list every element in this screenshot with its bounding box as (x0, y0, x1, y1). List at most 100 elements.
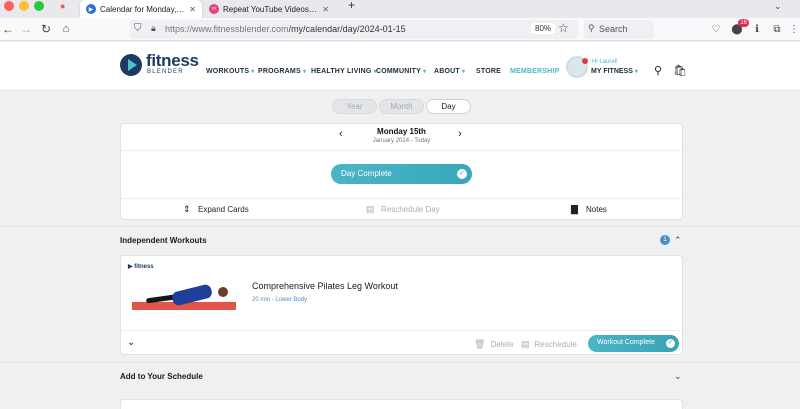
divider (121, 150, 682, 151)
url-host: https://www.fitnessblender.com (165, 24, 289, 34)
tab-title: Repeat YouTube Videos | Loop (223, 4, 318, 14)
new-tab-icon[interactable]: + (348, 0, 355, 12)
loop-favicon-icon: ∞ (209, 4, 219, 14)
search-icon[interactable]: ⚲ (654, 64, 662, 77)
firefox-view-icon[interactable]: ● (60, 1, 65, 11)
nav-healthy-living-label: HEALTHY LIVING (311, 68, 372, 75)
url-path: /my/calendar/day/2024-01-15 (288, 24, 406, 34)
reschedule-day-button[interactable]: ▤ Reschedule Day (366, 204, 440, 215)
nav-workouts[interactable]: WORKOUTS ▾ (206, 68, 255, 75)
divider (121, 330, 682, 331)
tab-close-icon[interactable]: ✕ (322, 5, 329, 14)
expand-cards-label: Expand Cards (198, 205, 249, 214)
browser-search-input[interactable]: ⚲ Search (584, 20, 654, 39)
day-subtitle: January 2024 - Today (372, 138, 431, 144)
notification-dot (582, 58, 588, 64)
reschedule-label: Reschedule (534, 340, 577, 349)
site-header: fitness BLENDER WORKOUTS ▾ PROGRAMS ▾ HE… (0, 42, 800, 91)
nav-membership[interactable]: MEMBERSHIP (510, 68, 559, 75)
view-year-button[interactable]: Year (332, 99, 377, 114)
workout-complete-button[interactable]: Workout Complete ✓ (588, 335, 679, 352)
delete-label: Delete (490, 340, 514, 349)
collapse-chevron-up-icon[interactable]: ⌃ (674, 235, 682, 246)
thumbnail-brand: ▶ fitness (128, 264, 154, 270)
independent-workouts-title: Independent Workouts (120, 236, 207, 245)
trash-icon: 🗑︎ (474, 339, 486, 349)
expand-chevron-down-icon[interactable]: ⌄ (674, 371, 682, 382)
nav-about-label: ABOUT (434, 68, 460, 75)
expand-cards-button[interactable]: ⇕ Expand Cards (183, 204, 249, 215)
chevron-down-icon: ▾ (634, 69, 638, 75)
lock-icon[interactable]: 🔒︎ (151, 23, 156, 34)
reload-icon[interactable]: ↻ (38, 21, 54, 37)
shield-icon[interactable]: ⛉ (134, 23, 142, 34)
fitness-blender-logo-icon[interactable] (120, 54, 142, 76)
search-placeholder: Search (599, 24, 628, 34)
window-minimize-button[interactable] (19, 1, 29, 11)
tab-calendar[interactable]: ▶ Calendar for Monday, January 1 ✕ (80, 0, 202, 18)
check-icon: ✓ (666, 339, 675, 348)
divider (121, 198, 682, 199)
view-day-button[interactable]: Day (426, 99, 471, 114)
overflow-menu-icon[interactable]: ⋮ (786, 21, 800, 37)
chevron-down-icon: ▾ (302, 69, 307, 75)
user-greeting: Hi Laurel! (592, 59, 618, 65)
calendar-move-icon: ▤ (521, 339, 530, 349)
browser-tab-bar: ● ▶ Calendar for Monday, January 1 ✕ ∞ R… (0, 0, 800, 18)
day-complete-button[interactable]: Day Complete ✓ (331, 164, 472, 184)
pocket-icon[interactable]: ♡ (708, 21, 724, 37)
browser-toolbar: ← → ↻ ⌂ ⛉ 🔒︎ https://www.fitnessblender.… (0, 18, 800, 41)
zoom-level[interactable]: 80% (531, 23, 556, 34)
chevron-down-icon: ▾ (251, 69, 255, 75)
view-month-button[interactable]: Month (379, 99, 424, 114)
notes-button[interactable]: ▇ Notes (571, 204, 607, 215)
my-fitness-label: MY FITNESS (591, 68, 633, 75)
calendar-move-icon: ▤ (366, 204, 375, 214)
delete-workout-button[interactable]: 🗑︎ Delete (474, 339, 514, 350)
thumbnail-brand-text: fitness (134, 264, 154, 270)
note-icon: ▇ (571, 204, 578, 214)
url-text[interactable]: https://www.fitnessblender.com/my/calend… (165, 24, 406, 34)
window-zoom-button[interactable] (34, 1, 44, 11)
my-fitness-menu[interactable]: MY FITNESS ▾ (591, 68, 638, 75)
section-divider (0, 362, 800, 363)
calendar-favicon-icon: ▶ (86, 4, 96, 14)
bookmark-star-icon[interactable]: ☆ (558, 21, 569, 35)
extensions-puzzle-icon[interactable]: ⧉ (769, 21, 785, 37)
workout-meta: 20 min - Lower Body (252, 297, 308, 303)
nav-store[interactable]: STORE (476, 68, 501, 75)
day-title: Monday 15th (377, 127, 426, 136)
reschedule-day-label: Reschedule Day (381, 205, 440, 214)
workout-title[interactable]: Comprehensive Pilates Leg Workout (252, 281, 398, 291)
nav-community[interactable]: COMMUNITY ▾ (376, 68, 426, 75)
forward-arrow-icon[interactable]: → (18, 21, 34, 37)
notes-label: Notes (586, 205, 607, 214)
expand-chevron-down-icon[interactable]: ⌄ (127, 337, 135, 348)
nav-programs-label: PROGRAMS (258, 68, 301, 75)
window-close-button[interactable] (4, 1, 14, 11)
add-to-schedule-title[interactable]: Add to Your Schedule (120, 372, 203, 381)
url-bar[interactable]: ⛉ 🔒︎ https://www.fitnessblender.com/my/c… (130, 20, 578, 39)
nav-programs[interactable]: PROGRAMS ▾ (258, 68, 306, 75)
workout-complete-label: Workout Complete (597, 339, 655, 346)
nav-workouts-label: WORKOUTS (206, 68, 250, 75)
tab-list-chevron-icon[interactable]: ⌄ (774, 1, 782, 12)
tab-close-icon[interactable]: ✕ (189, 5, 196, 14)
extension-i-icon[interactable]: ℹ (749, 21, 765, 37)
schedule-card (120, 399, 683, 409)
logo-text[interactable]: fitness (146, 52, 199, 69)
tab-youtube-repeat[interactable]: ∞ Repeat YouTube Videos | Loop ✕ (203, 0, 335, 18)
avatar[interactable] (566, 56, 588, 78)
shopping-bag-icon[interactable]: 🛍︎ (673, 64, 687, 77)
extension-adblock-icon[interactable]: ⬤ 16 (729, 19, 749, 37)
back-arrow-icon[interactable]: ← (0, 21, 16, 37)
nav-about[interactable]: ABOUT ▾ (434, 68, 465, 75)
nav-community-label: COMMUNITY (376, 68, 421, 75)
section-divider (0, 226, 800, 227)
thumbnail-person-head (218, 287, 228, 297)
nav-healthy-living[interactable]: HEALTHY LIVING ▾ (311, 68, 377, 75)
home-icon[interactable]: ⌂ (58, 21, 74, 37)
reschedule-workout-button[interactable]: ▤ Reschedule (521, 339, 577, 350)
day-complete-label: Day Complete (341, 169, 392, 178)
workout-count-badge: 1 (660, 235, 670, 245)
